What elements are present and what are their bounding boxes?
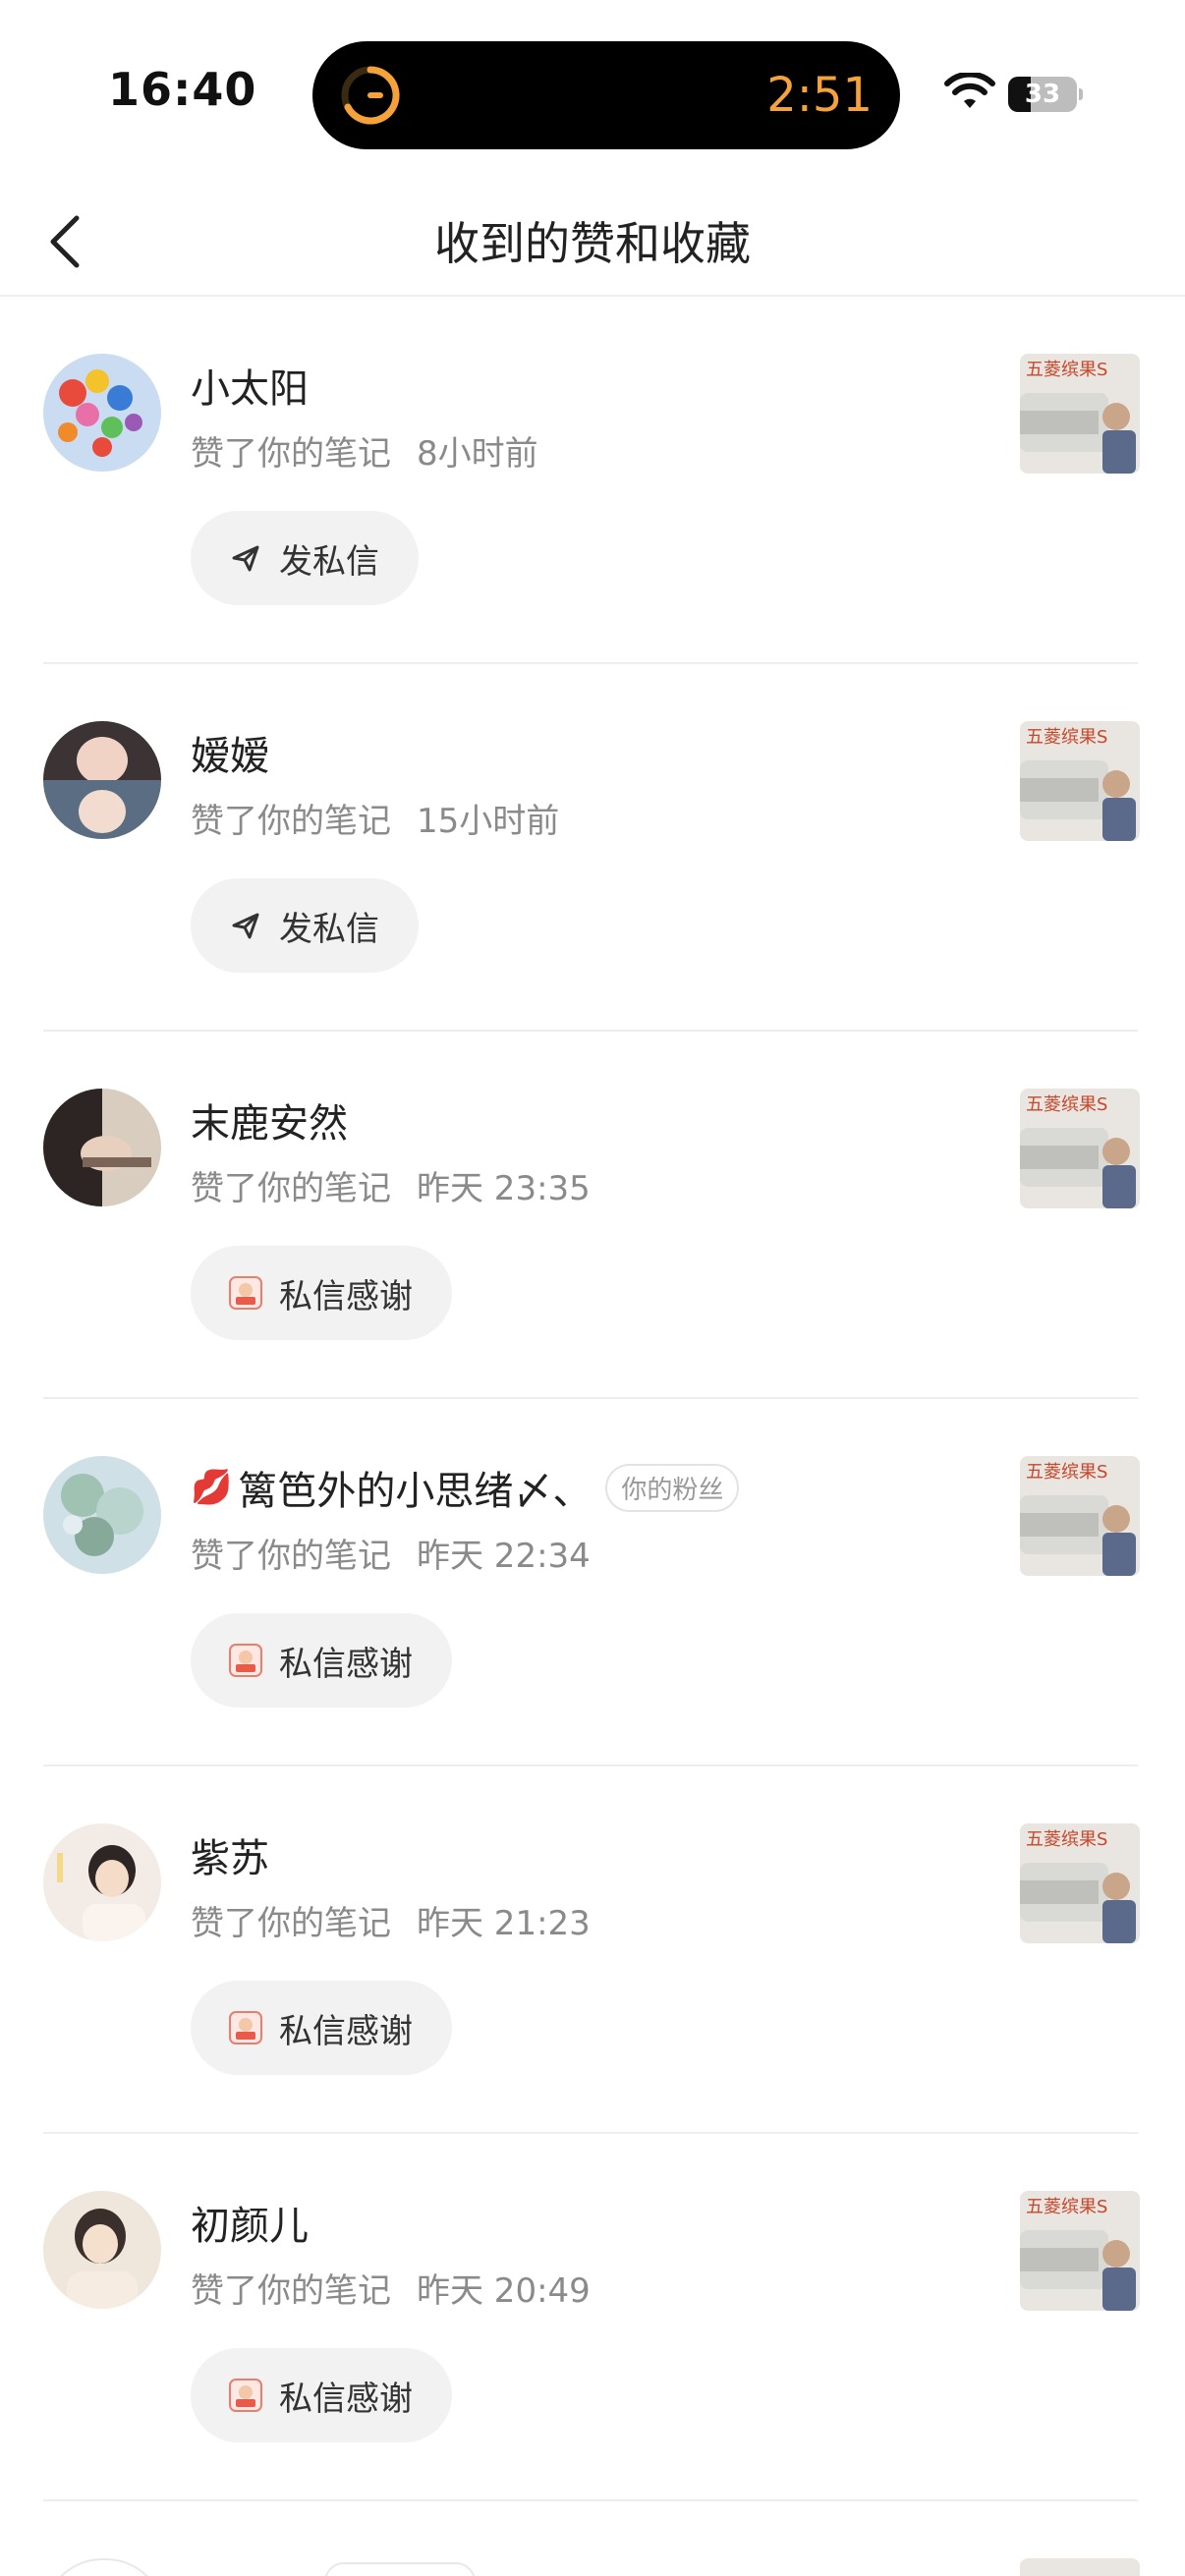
notification-item[interactable]: 初颜儿 赞了你的笔记 昨天 20:49 私信感谢 五菱缤果S <box>0 2134 1185 2501</box>
notification-item[interactable]: 嫒嫒 赞了你的笔记 15小时前 发私信 五菱缤果S <box>0 664 1185 1032</box>
thank-sticker-icon <box>229 1276 262 1310</box>
thumb-caption: 五菱缤果S <box>1026 727 1107 748</box>
timestamp: 昨天 23:35 <box>417 1169 591 1208</box>
note-thumbnail[interactable]: 五菱缤果S <box>1020 1823 1140 1943</box>
action-text: 赞了你的笔记 <box>191 1537 391 1576</box>
lips-emoji-icon: 💋 <box>191 1468 233 1507</box>
avatar[interactable] <box>43 1089 161 1206</box>
status-bar: 16:40 2:51 33 <box>0 0 1185 187</box>
timestamp: 昨天 22:34 <box>417 1537 591 1576</box>
notification-item[interactable]: 小太阳 赞了你的笔记 8小时前 发私信 五菱缤果S <box>0 297 1185 664</box>
navigation-bar: 收到的赞和收藏 <box>0 187 1185 297</box>
avatar[interactable] <box>43 721 161 839</box>
notification-meta: 赞了你的笔记 昨天 22:34 <box>191 1529 591 1577</box>
send-message-button[interactable]: 发私信 <box>191 878 419 973</box>
user-name[interactable]: 嫒嫒 <box>191 724 269 781</box>
timestamp: 8小时前 <box>417 434 538 474</box>
thank-message-button[interactable]: 私信感谢 <box>191 1613 452 1708</box>
action-text: 赞了你的笔记 <box>191 1169 391 1208</box>
notification-item[interactable]: 紫苏 赞了你的笔记 昨天 21:23 私信感谢 五菱缤果S <box>0 1766 1185 2134</box>
fan-badge <box>324 2562 476 2576</box>
button-label: 发私信 <box>279 541 379 582</box>
notification-meta: 赞了你的笔记 昨天 23:35 <box>191 1161 591 1209</box>
thumb-caption: 五菱缤果S <box>1026 1829 1107 1850</box>
avatar <box>43 2558 165 2576</box>
battery-percent: 33 <box>1024 80 1061 109</box>
thumb-caption: 五菱缤果S <box>1026 1462 1107 1483</box>
fan-badge: 你的粉丝 <box>605 1463 740 1512</box>
send-message-button[interactable]: 发私信 <box>191 511 419 605</box>
notification-item[interactable]: 💋 篱笆外的小思绪〆、 你的粉丝 赞了你的笔记 昨天 22:34 私信感谢 五菱缤… <box>0 1399 1185 1766</box>
user-name[interactable]: 篱笆外的小思绪〆、 <box>238 1459 592 1516</box>
timestamp: 昨天 20:49 <box>417 2271 591 2311</box>
timer-readout: 2:51 <box>766 68 873 123</box>
thank-message-button[interactable]: 私信感谢 <box>191 1246 452 1340</box>
avatar[interactable] <box>43 2191 161 2309</box>
avatar[interactable] <box>43 1456 161 1574</box>
avatar[interactable] <box>43 1823 161 1941</box>
dynamic-island[interactable]: 2:51 <box>312 41 900 149</box>
button-label: 私信感谢 <box>279 1644 413 1684</box>
notification-list: 小太阳 赞了你的笔记 8小时前 发私信 五菱缤果S 嫒嫒 赞了你的笔记 15小时… <box>0 297 1185 2501</box>
thank-sticker-icon <box>229 2379 262 2412</box>
thumb-caption: 五菱缤果S <box>1026 1094 1107 1115</box>
send-icon <box>232 913 259 939</box>
notification-meta: 赞了你的笔记 昨天 20:49 <box>191 2264 591 2312</box>
notification-meta: 赞了你的笔记 昨天 21:23 <box>191 1896 591 1944</box>
wifi-icon <box>944 73 995 108</box>
battery-icon: 33 <box>1008 77 1083 112</box>
timestamp: 15小时前 <box>417 802 560 841</box>
note-thumbnail[interactable]: 五菱缤果S <box>1020 1456 1140 1576</box>
action-text: 赞了你的笔记 <box>191 802 391 841</box>
action-text: 赞了你的笔记 <box>191 1904 391 1943</box>
note-thumbnail[interactable]: 五菱缤果S <box>1020 2191 1140 2311</box>
page-title: 收到的赞和收藏 <box>434 217 751 270</box>
thank-message-button[interactable]: 私信感谢 <box>191 2348 452 2442</box>
status-time: 16:40 <box>108 63 257 116</box>
thank-message-button[interactable]: 私信感谢 <box>191 1981 452 2075</box>
user-name[interactable]: 紫苏 <box>191 1826 269 1883</box>
partial-notification-item <box>0 2501 1185 2576</box>
user-name[interactable]: 初颜儿 <box>191 2194 309 2251</box>
timer-ring-icon <box>341 66 400 125</box>
action-text: 赞了你的笔记 <box>191 434 391 474</box>
note-thumbnail[interactable]: 五菱缤果S <box>1020 354 1140 474</box>
user-name[interactable]: 末鹿安然 <box>191 1092 348 1148</box>
button-label: 私信感谢 <box>279 2011 413 2051</box>
notification-meta: 赞了你的笔记 15小时前 <box>191 794 559 842</box>
note-thumbnail[interactable]: 五菱缤果S <box>1020 721 1140 841</box>
avatar[interactable] <box>43 354 161 472</box>
timestamp: 昨天 21:23 <box>417 1904 591 1943</box>
notification-meta: 赞了你的笔记 8小时前 <box>191 426 538 475</box>
thumb-caption: 五菱缤果S <box>1026 2197 1107 2217</box>
thumb-caption: 五菱缤果S <box>1026 360 1107 380</box>
note-thumbnail[interactable]: 五菱缤果S <box>1020 1089 1140 1208</box>
button-label: 私信感谢 <box>279 1276 413 1316</box>
button-label: 发私信 <box>279 909 379 949</box>
send-icon <box>232 545 259 572</box>
button-label: 私信感谢 <box>279 2379 413 2419</box>
thank-sticker-icon <box>229 2011 262 2044</box>
thank-sticker-icon <box>229 1644 262 1677</box>
notification-item[interactable]: 末鹿安然 赞了你的笔记 昨天 23:35 私信感谢 五菱缤果S <box>0 1032 1185 1399</box>
user-name[interactable]: 小太阳 <box>191 357 309 414</box>
action-text: 赞了你的笔记 <box>191 2271 391 2311</box>
note-thumbnail <box>1020 2558 1140 2576</box>
